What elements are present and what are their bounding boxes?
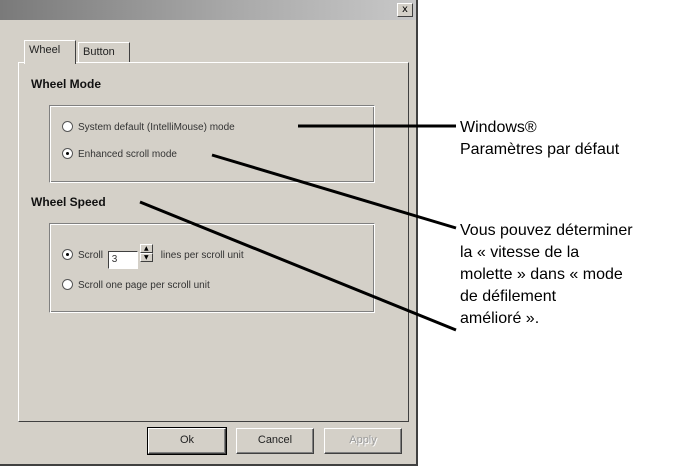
annotation-default-settings: Windows® Paramètres par défaut: [460, 117, 619, 161]
tab-wheel[interactable]: Wheel: [24, 40, 76, 64]
annotation-wheel-speed: Vous pouvez déterminer la « vitesse de l…: [460, 220, 633, 330]
annotation-line: molette » dans « mode: [460, 266, 623, 283]
annotation-line: Windows®: [460, 119, 537, 136]
annotation-line: de défilement: [460, 288, 557, 305]
leader-line-speed: [139, 200, 457, 332]
annotation-line: la « vitesse de la: [460, 244, 580, 261]
annotation-line: Paramètres par défaut: [460, 141, 620, 158]
annotation-line: amélioré ».: [460, 310, 540, 327]
leader-line-enhanced: [211, 153, 457, 230]
annotation-line: Vous pouvez déterminer: [460, 222, 633, 239]
